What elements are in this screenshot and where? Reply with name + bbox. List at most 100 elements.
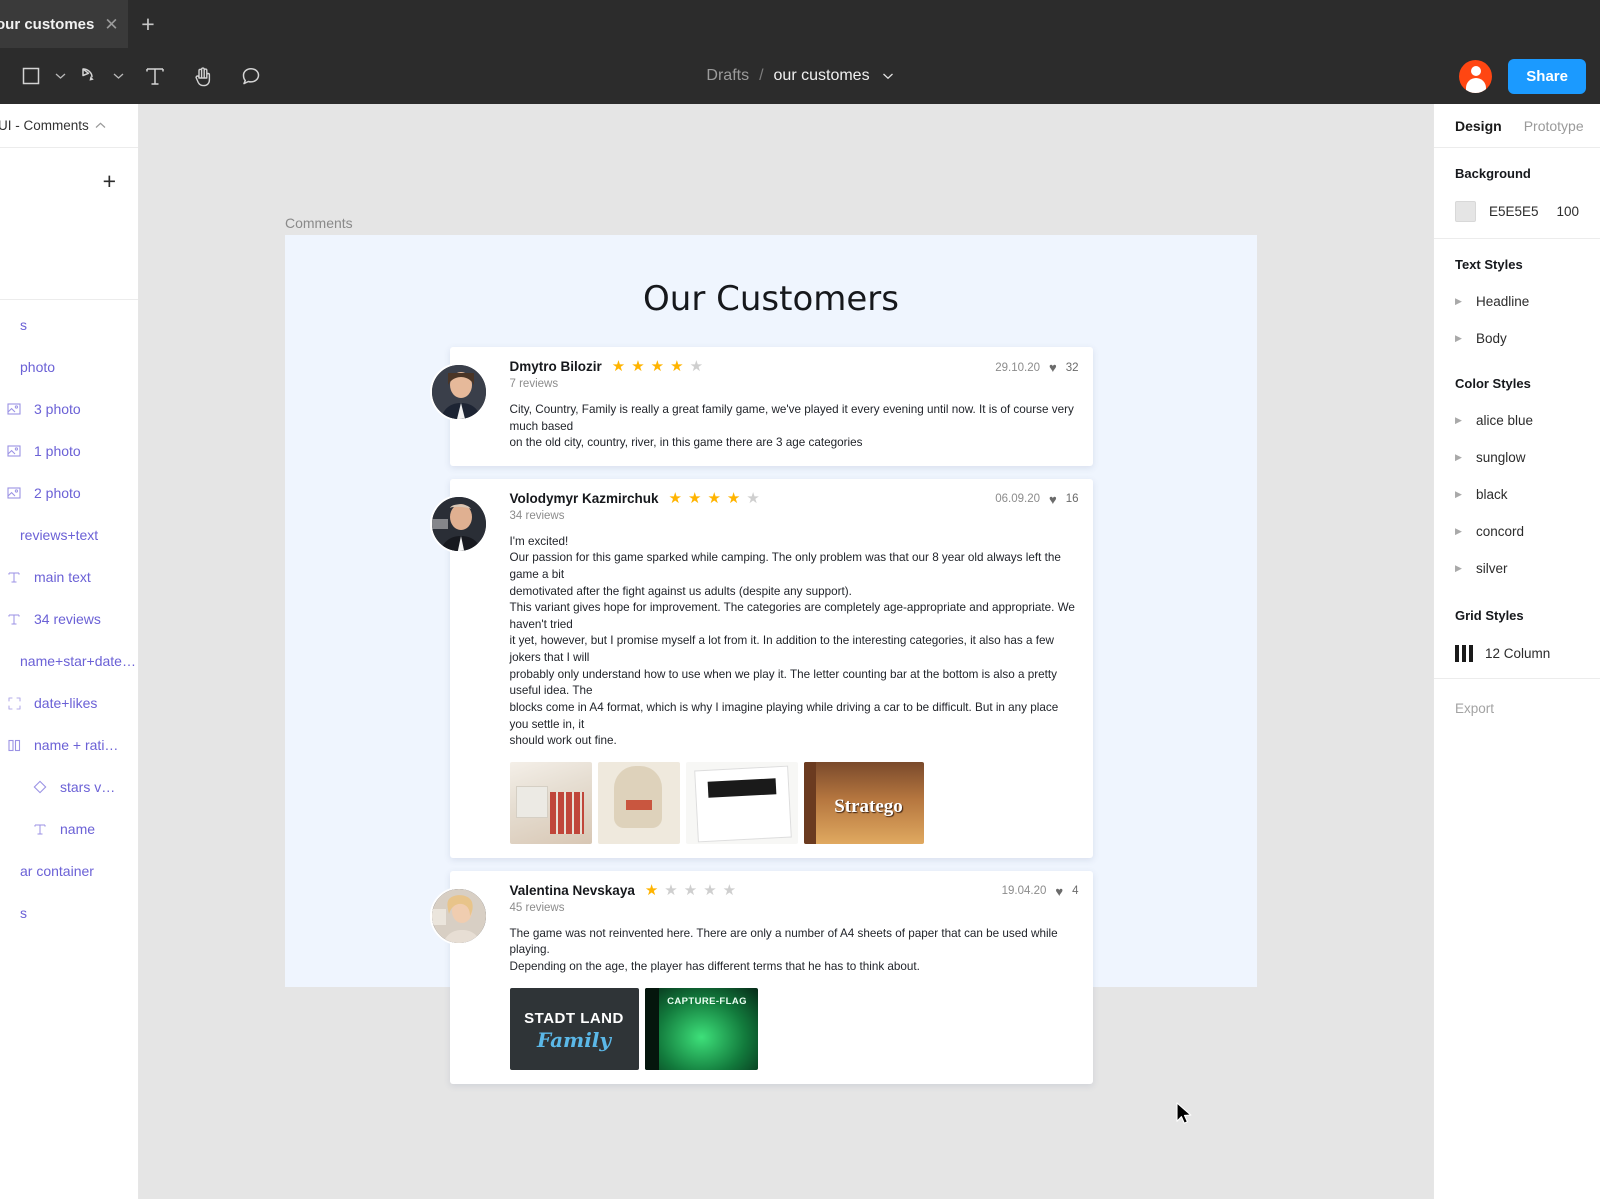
color-style-item-label: silver (1476, 561, 1508, 576)
layer-row[interactable]: 1 photo (0, 430, 138, 472)
comment-tool[interactable] (234, 59, 268, 93)
hand-tool[interactable] (186, 59, 220, 93)
avatar[interactable] (1459, 59, 1493, 93)
tab-prototype[interactable]: Prototype (1524, 118, 1584, 134)
review-card[interactable]: Volodymyr Kazmirchuk ★ ★ ★ ★ ★ 34 reviews 06.09… (429, 478, 1093, 858)
share-button[interactable]: Share (1508, 58, 1586, 94)
tab-design[interactable]: Design (1455, 118, 1502, 134)
component-icon (30, 780, 50, 794)
color-style-item[interactable]: ▶ black (1455, 487, 1579, 502)
tab-strip: our customes ✕ + (0, 0, 1600, 48)
review-identity: Valentina Nevskaya ★ ★ ★ ★ ★ 45 reviews (510, 883, 1002, 914)
color-style-item[interactable]: ▶ alice blue (1455, 413, 1579, 428)
plus-icon[interactable]: + (134, 10, 162, 38)
layer-row[interactable]: 3 photo (0, 388, 138, 430)
star-empty-icon: ★ (746, 489, 760, 507)
review-meta: 29.10.20 ♥ 32 (995, 359, 1078, 374)
chevron-down-icon[interactable] (882, 67, 894, 85)
frame-name-label[interactable]: Comments (285, 215, 353, 231)
triangle-right-icon[interactable]: ▶ (1455, 490, 1464, 499)
plus-icon[interactable]: + (103, 170, 116, 193)
breadcrumb-file-name[interactable]: our customes (774, 67, 870, 85)
background-color-row[interactable]: E5E5E5 100 (1455, 201, 1579, 222)
grid-styles-heading: Grid Styles (1455, 608, 1524, 623)
photo-stratego-box[interactable] (803, 761, 924, 844)
review-identity: Dmytro Bilozir ★ ★ ★ ★ ★ 7 reviews (510, 359, 996, 390)
photo-capture-flag[interactable] (644, 987, 758, 1070)
star-filled-icon: ★ (668, 489, 682, 507)
photo-27-cubes-of-fun[interactable] (509, 761, 592, 844)
frame-tool-chevron-down-icon[interactable] (52, 59, 68, 93)
color-style-item[interactable]: ▶ sunglow (1455, 450, 1579, 465)
triangle-right-icon[interactable]: ▶ (1455, 527, 1464, 536)
star-rating[interactable]: ★ ★ ★ ★ ★ (645, 883, 736, 898)
text-icon (30, 823, 50, 836)
layer-row[interactable]: s (0, 892, 138, 934)
layer-row[interactable]: 2 photo (0, 472, 138, 514)
layer-row[interactable]: 34 reviews (0, 598, 138, 640)
design-canvas[interactable]: Comments Our Customers Dmytro Bilozir ★ ★ ★… (139, 104, 1395, 1199)
background-hex-value[interactable]: E5E5E5 (1489, 204, 1539, 219)
review-card-content: Dmytro Bilozir ★ ★ ★ ★ ★ 7 reviews 29.10.20 ♥ 32 C… (450, 347, 1093, 466)
properties-panel: Design Prototype Background E5E5E5 100 T… (1433, 104, 1600, 1199)
triangle-right-icon[interactable]: ▶ (1455, 297, 1464, 306)
properties-tabs: Design Prototype (1434, 104, 1600, 148)
text-style-item[interactable]: ▶ Body (1455, 331, 1579, 346)
text-tool[interactable] (138, 59, 172, 93)
review-card[interactable]: Valentina Nevskaya ★ ★ ★ ★ ★ 45 reviews 19.04.2… (429, 870, 1093, 1084)
grid-style-item[interactable]: 12 Column (1455, 645, 1579, 662)
layer-row[interactable]: main text (0, 556, 138, 598)
pen-tool[interactable] (72, 59, 106, 93)
heart-icon[interactable]: ♥ (1055, 885, 1063, 898)
color-style-item[interactable]: ▶ concord (1455, 524, 1579, 539)
review-meta: 19.04.20 ♥ 4 (1002, 883, 1079, 898)
review-text: The game was not reinvented here. There … (510, 926, 1079, 976)
layer-label: reviews+text (20, 527, 99, 543)
triangle-right-icon[interactable]: ▶ (1455, 453, 1464, 462)
background-opacity-value[interactable]: 100 (1556, 204, 1579, 219)
layer-row[interactable]: date+likes (0, 682, 138, 724)
review-date: 19.04.20 (1001, 885, 1047, 898)
layer-row[interactable]: photo (0, 346, 138, 388)
star-rating[interactable]: ★ ★ ★ ★ ★ (612, 359, 703, 374)
layer-label: photo (20, 359, 56, 375)
close-icon[interactable]: ✕ (104, 16, 118, 33)
photo-stadt-land-stuss[interactable] (685, 761, 798, 844)
text-style-item[interactable]: ▶ Headline (1455, 294, 1579, 309)
star-filled-icon: ★ (631, 358, 645, 375)
layer-row[interactable]: stars v… (0, 766, 138, 808)
triangle-right-icon[interactable]: ▶ (1455, 564, 1464, 573)
layer-row[interactable]: s (0, 304, 138, 346)
export-section[interactable]: Export (1434, 678, 1600, 738)
heart-icon[interactable]: ♥ (1049, 493, 1057, 506)
color-swatch[interactable] (1455, 201, 1476, 222)
frame-tool[interactable] (14, 59, 48, 93)
chevron-up-icon[interactable] (95, 122, 106, 129)
pen-icon (77, 64, 101, 88)
color-style-item-label: alice blue (1476, 413, 1534, 428)
page-selector[interactable]: UI - Comments (0, 104, 138, 148)
breadcrumb-drafts[interactable]: Drafts (706, 67, 749, 85)
layer-row[interactable]: ar container (0, 850, 138, 892)
layer-row[interactable]: name (0, 808, 138, 850)
review-text-line: should work out fine. (509, 734, 617, 748)
star-empty-icon: ★ (703, 881, 717, 899)
layer-row[interactable]: name+star+date… (0, 640, 138, 682)
photo-stadt-land-family[interactable] (509, 987, 639, 1070)
star-rating[interactable]: ★ ★ ★ ★ ★ (669, 491, 760, 506)
review-card[interactable]: Dmytro Bilozir ★ ★ ★ ★ ★ 7 reviews 29.10.20 ♥ 32 C… (429, 347, 1093, 466)
layer-row[interactable]: name + rati… (0, 724, 138, 766)
triangle-right-icon[interactable]: ▶ (1455, 334, 1464, 343)
color-style-item[interactable]: ▶ silver (1455, 561, 1579, 576)
triangle-right-icon[interactable]: ▶ (1455, 416, 1464, 425)
star-filled-icon: ★ (707, 489, 721, 507)
tool-group (0, 59, 268, 93)
review-photos (509, 987, 1079, 1070)
background-heading: Background (1455, 166, 1531, 181)
page-name-label: UI - Comments (0, 118, 89, 133)
layer-row[interactable]: reviews+text (0, 514, 138, 556)
file-tab[interactable]: our customes ✕ (0, 0, 128, 48)
photo-fritzo-bag[interactable] (597, 761, 680, 844)
pen-tool-chevron-down-icon[interactable] (110, 59, 126, 93)
heart-icon[interactable]: ♥ (1049, 361, 1057, 374)
